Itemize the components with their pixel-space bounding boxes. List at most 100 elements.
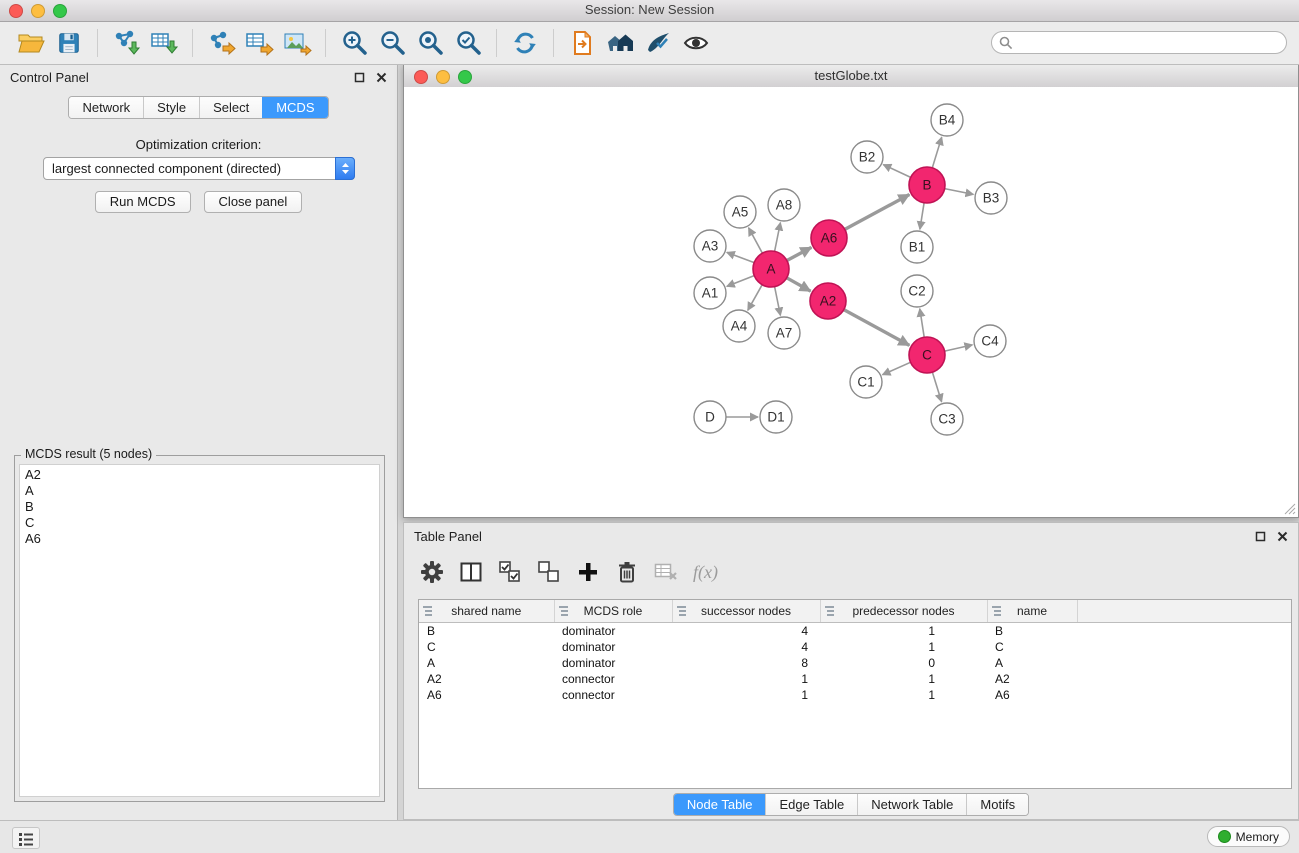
export-network-icon[interactable] <box>202 25 240 61</box>
mcds-result-item[interactable]: A <box>20 483 379 499</box>
trash-icon[interactable] <box>611 556 643 588</box>
close-panel-icon[interactable] <box>1276 530 1288 542</box>
eye-icon[interactable] <box>677 25 715 61</box>
minimize-window-button[interactable] <box>31 4 45 18</box>
network-close-button[interactable] <box>414 70 428 84</box>
node-A7[interactable]: A7 <box>768 317 800 349</box>
search-input[interactable] <box>991 31 1287 54</box>
mcds-result-list[interactable]: A2 A B C A6 <box>19 464 380 797</box>
cell-name[interactable]: C <box>987 639 1077 655</box>
criterion-select[interactable]: largest connected component (directed) <box>43 157 355 180</box>
cell-shared_name[interactable]: A6 <box>419 687 554 703</box>
edge-C-C2[interactable] <box>920 309 924 337</box>
edge-B-B1[interactable] <box>920 203 924 229</box>
node-D1[interactable]: D1 <box>760 401 792 433</box>
edge-A-A7[interactable] <box>775 287 781 316</box>
edge-A2-C[interactable] <box>844 310 910 346</box>
node-A6[interactable]: A6 <box>811 220 847 256</box>
mcds-result-item[interactable]: A2 <box>20 467 379 483</box>
edge-A-A4[interactable] <box>748 285 762 311</box>
edge-B-B4[interactable] <box>932 137 941 168</box>
node-C4[interactable]: C4 <box>974 325 1006 357</box>
edge-A6-B[interactable] <box>845 195 910 230</box>
edge-A-A6[interactable] <box>787 247 812 260</box>
select-all-icon[interactable] <box>494 556 526 588</box>
gear-icon[interactable] <box>416 556 448 588</box>
function-builder-icon[interactable]: f(x) <box>693 562 718 583</box>
edge-A-A3[interactable] <box>727 252 754 262</box>
cell-mcds_role[interactable]: dominator <box>554 639 672 655</box>
memory-button[interactable]: Memory <box>1207 826 1290 847</box>
tab-mcds[interactable]: MCDS <box>262 97 327 118</box>
network-minimize-button[interactable] <box>436 70 450 84</box>
node-B1[interactable]: B1 <box>901 231 933 263</box>
node-B2[interactable]: B2 <box>851 141 883 173</box>
style-check-icon[interactable] <box>639 25 677 61</box>
table-row-A2[interactable]: A2connector11A2 <box>419 671 1291 687</box>
column-header-mcds-role[interactable]: MCDS role <box>554 600 672 623</box>
node-D[interactable]: D <box>694 401 726 433</box>
node-C2[interactable]: C2 <box>901 275 933 307</box>
network-canvas[interactable]: B4B2BB3A5A8A6B1A3AC2A1A2A4A7C4CC1C3DD1 <box>404 87 1298 517</box>
cell-predecessor[interactable]: 1 <box>820 639 987 655</box>
table-row-A6[interactable]: A6connector11A6 <box>419 687 1291 703</box>
network-zoom-button[interactable] <box>458 70 472 84</box>
cell-mcds_role[interactable]: connector <box>554 671 672 687</box>
zoom-in-icon[interactable] <box>335 25 373 61</box>
tab-select[interactable]: Select <box>199 97 262 118</box>
mcds-result-item[interactable]: B <box>20 499 379 515</box>
zoom-window-button[interactable] <box>53 4 67 18</box>
close-panel-button[interactable]: Close panel <box>204 191 303 213</box>
cell-predecessor[interactable]: 1 <box>820 687 987 703</box>
node-B3[interactable]: B3 <box>975 182 1007 214</box>
save-icon[interactable] <box>50 25 88 61</box>
cell-shared_name[interactable]: A <box>419 655 554 671</box>
delete-table-icon[interactable] <box>650 556 682 588</box>
close-panel-icon[interactable] <box>375 71 387 83</box>
node-A1[interactable]: A1 <box>694 277 726 309</box>
float-panel-icon[interactable] <box>1254 530 1266 542</box>
node-B[interactable]: B <box>909 167 945 203</box>
edge-A-A1[interactable] <box>727 276 754 287</box>
network-graph[interactable]: B4B2BB3A5A8A6B1A3AC2A1A2A4A7C4CC1C3DD1 <box>404 87 1298 517</box>
table-row-C[interactable]: Cdominator41C <box>419 639 1291 655</box>
edge-A-A8[interactable] <box>775 223 781 252</box>
column-header-successor-nodes[interactable]: successor nodes <box>672 600 820 623</box>
column-header-name[interactable]: name <box>987 600 1077 623</box>
tab-node-table[interactable]: Node Table <box>674 794 766 815</box>
cell-successor[interactable]: 1 <box>672 687 820 703</box>
run-mcds-button[interactable]: Run MCDS <box>95 191 191 213</box>
export-image-icon[interactable] <box>278 25 316 61</box>
cell-shared_name[interactable]: A2 <box>419 671 554 687</box>
cell-mcds_role[interactable]: connector <box>554 687 672 703</box>
column-header-predecessor-nodes[interactable]: predecessor nodes <box>820 600 987 623</box>
tab-edge-table[interactable]: Edge Table <box>765 794 857 815</box>
zoom-selected-icon[interactable] <box>449 25 487 61</box>
cell-predecessor[interactable]: 1 <box>820 671 987 687</box>
import-network-icon[interactable] <box>107 25 145 61</box>
cell-predecessor[interactable]: 1 <box>820 623 987 640</box>
node-A2[interactable]: A2 <box>810 283 846 319</box>
node-A8[interactable]: A8 <box>768 189 800 221</box>
edge-C-C4[interactable] <box>945 345 973 351</box>
column-header-shared-name[interactable]: shared name <box>419 600 554 623</box>
cell-shared_name[interactable]: B <box>419 623 554 640</box>
network-window-titlebar[interactable]: testGlobe.txt <box>404 65 1298 88</box>
node-A5[interactable]: A5 <box>724 196 756 228</box>
cell-name[interactable]: A2 <box>987 671 1077 687</box>
float-panel-icon[interactable] <box>353 71 365 83</box>
cell-name[interactable]: A <box>987 655 1077 671</box>
node-A[interactable]: A <box>753 251 789 287</box>
cell-successor[interactable]: 1 <box>672 671 820 687</box>
edge-C-C3[interactable] <box>932 372 941 402</box>
document-arrow-icon[interactable] <box>563 25 601 61</box>
cell-name[interactable]: A6 <box>987 687 1077 703</box>
edge-B-B2[interactable] <box>883 165 910 178</box>
cell-successor[interactable]: 4 <box>672 623 820 640</box>
mcds-result-item[interactable]: A6 <box>20 531 379 547</box>
edge-A-A2[interactable] <box>787 278 811 291</box>
show-columns-icon[interactable] <box>455 556 487 588</box>
node-C3[interactable]: C3 <box>931 403 963 435</box>
edge-A-A5[interactable] <box>749 228 763 253</box>
deselect-all-icon[interactable] <box>533 556 565 588</box>
